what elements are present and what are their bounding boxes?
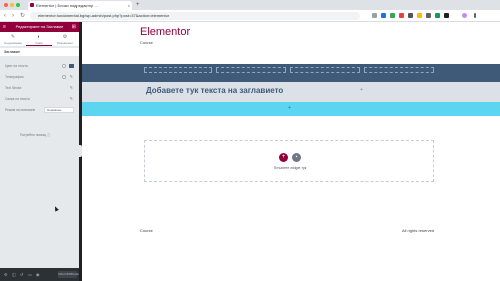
extension-icon[interactable] xyxy=(417,13,422,18)
section-dark[interactable] xyxy=(82,64,500,82)
tab-close-icon[interactable]: × xyxy=(128,1,130,10)
panel-title: Редактиране на Заглавие xyxy=(15,24,64,29)
browser-tab[interactable]: Elementor | Блоки подредактор ... × xyxy=(28,1,132,10)
back-icon[interactable]: ‹ xyxy=(4,12,6,20)
preview-eye-icon[interactable]: ◉ xyxy=(36,272,40,277)
tab-advanced[interactable]: ⚙ Разширени xyxy=(52,32,78,46)
extension-icon[interactable] xyxy=(390,13,395,18)
color-swatch[interactable] xyxy=(69,64,74,68)
empty-column[interactable] xyxy=(144,67,212,73)
extension-icon[interactable] xyxy=(399,13,404,18)
empty-column[interactable] xyxy=(290,67,360,73)
control-label: Text Stroke xyxy=(5,86,22,90)
panel-footer: ⚙ ◫ ↺ ▭ ◉ ОБНОВЯВАНЕ xyxy=(0,268,79,281)
hamburger-icon[interactable]: ≡ xyxy=(3,22,6,32)
elementor-panel: ≡ Редактиране на Заглавие ⊞ ✎ Съдържание… xyxy=(0,22,79,281)
add-section-area[interactable]: + ▪ Плъзнете widget тук xyxy=(144,140,434,182)
globe-icon[interactable] xyxy=(62,64,66,68)
globe-icon[interactable] xyxy=(62,75,66,79)
history-icon[interactable]: ↺ xyxy=(20,272,23,277)
half-circle-icon: ◐ xyxy=(37,34,41,40)
control-label: Типография xyxy=(5,75,24,79)
question-icon: ⓘ xyxy=(47,133,51,137)
new-tab-button[interactable]: + xyxy=(136,1,140,9)
template-library-button[interactable]: ▪ xyxy=(292,153,301,162)
settings-icon[interactable]: ⚙ xyxy=(4,272,8,277)
control-label: Цвят на текста xyxy=(5,64,28,68)
extension-icon[interactable] xyxy=(381,13,386,18)
control-label: Сянка на текста xyxy=(5,97,30,101)
typography-control[interactable]: Типография ✎ xyxy=(5,73,75,81)
screen: Elementor | Блоки подредактор ... × + ‹ … xyxy=(0,0,500,281)
menu-icon[interactable] xyxy=(474,13,476,18)
widgets-grid-icon[interactable]: ⊞ xyxy=(72,22,76,32)
drag-widget-hint: Плъзнете widget тук xyxy=(273,166,307,170)
site-title[interactable]: Elementor xyxy=(140,26,190,38)
browser-tabbar: Elementor | Блоки подредактор ... × + xyxy=(0,0,500,10)
add-widget-plus-icon[interactable]: + xyxy=(360,87,363,93)
responsive-icon[interactable]: ▭ xyxy=(28,272,32,277)
navigator-icon[interactable]: ◫ xyxy=(12,272,16,277)
forward-icon[interactable]: › xyxy=(12,12,14,20)
avatar[interactable] xyxy=(462,13,467,18)
maximize-window-icon[interactable] xyxy=(16,3,20,7)
control-label: Режим на смесване xyxy=(5,108,36,112)
panel-tabs: ✎ Съдържание ◐ Стил ⚙ Разширени xyxy=(0,32,79,46)
blend-mode-control[interactable]: Режим на смесване Нормален xyxy=(5,106,75,114)
extension-icon[interactable] xyxy=(426,13,431,18)
site-tagline: Course xyxy=(140,40,153,45)
pencil-icon: ✎ xyxy=(10,34,16,40)
tab-content[interactable]: ✎ Съдържание xyxy=(0,32,26,46)
extension-icon[interactable] xyxy=(408,13,413,18)
heading-widget[interactable]: Добавете тук текста на заглавието xyxy=(146,86,283,95)
text-color-control[interactable]: Цвят на текста xyxy=(5,62,75,70)
footer-copyright: All rights reserved xyxy=(402,228,435,233)
gear-icon: ⚙ xyxy=(62,34,68,40)
minimize-window-icon[interactable] xyxy=(10,3,14,7)
pencil-icon[interactable]: ✎ xyxy=(70,84,73,92)
blend-mode-select[interactable]: Нормален xyxy=(44,107,74,113)
help-text: Потребно помощ xyxy=(20,133,47,137)
section-toggle-title[interactable]: Заглавие xyxy=(0,48,79,56)
url-text: elementor.fundamental.bg/wp-admin/post.p… xyxy=(38,13,170,18)
extension-icon[interactable] xyxy=(444,13,449,18)
tab-label: Разширени xyxy=(57,41,73,45)
section-cyan[interactable]: + xyxy=(82,102,500,116)
text-stroke-control[interactable]: Text Stroke ✎ xyxy=(5,84,75,92)
empty-column[interactable] xyxy=(216,67,286,73)
extension-icon[interactable] xyxy=(435,13,440,18)
tab-label: Стил xyxy=(35,41,43,45)
tab-style[interactable]: ◐ Стил xyxy=(26,32,52,46)
update-button[interactable]: ОБНОВЯВАНЕ xyxy=(58,271,79,278)
tab-title: Elementor | Блоки подредактор ... xyxy=(36,3,98,8)
add-section-button[interactable]: + xyxy=(279,153,288,162)
panel-header: ≡ Редактиране на Заглавие ⊞ xyxy=(0,22,79,32)
address-bar[interactable]: elementor.fundamental.bg/wp-admin/post.p… xyxy=(30,12,360,20)
browser-toolbar: ‹ › ↻ elementor.fundamental.bg/wp-admin/… xyxy=(0,10,500,22)
help-link[interactable]: Потребно помощ ⓘ xyxy=(20,132,50,137)
pencil-icon[interactable]: ✎ xyxy=(70,73,73,81)
pencil-icon[interactable]: ✎ xyxy=(70,95,73,103)
empty-column[interactable] xyxy=(364,67,434,73)
bookmark-icon[interactable] xyxy=(372,13,377,18)
elementor-favicon-icon xyxy=(30,3,34,7)
add-widget-plus-icon[interactable]: + xyxy=(288,105,291,111)
section-light[interactable] xyxy=(82,82,500,102)
close-window-icon[interactable] xyxy=(4,3,8,7)
preview-canvas: Elementor Course Добавете тук текста на … xyxy=(82,22,500,281)
reload-icon[interactable]: ↻ xyxy=(20,12,25,20)
tab-label: Съдържание xyxy=(4,41,22,45)
footer-site-name: Course xyxy=(140,228,153,233)
text-shadow-control[interactable]: Сянка на текста ✎ xyxy=(5,95,75,103)
